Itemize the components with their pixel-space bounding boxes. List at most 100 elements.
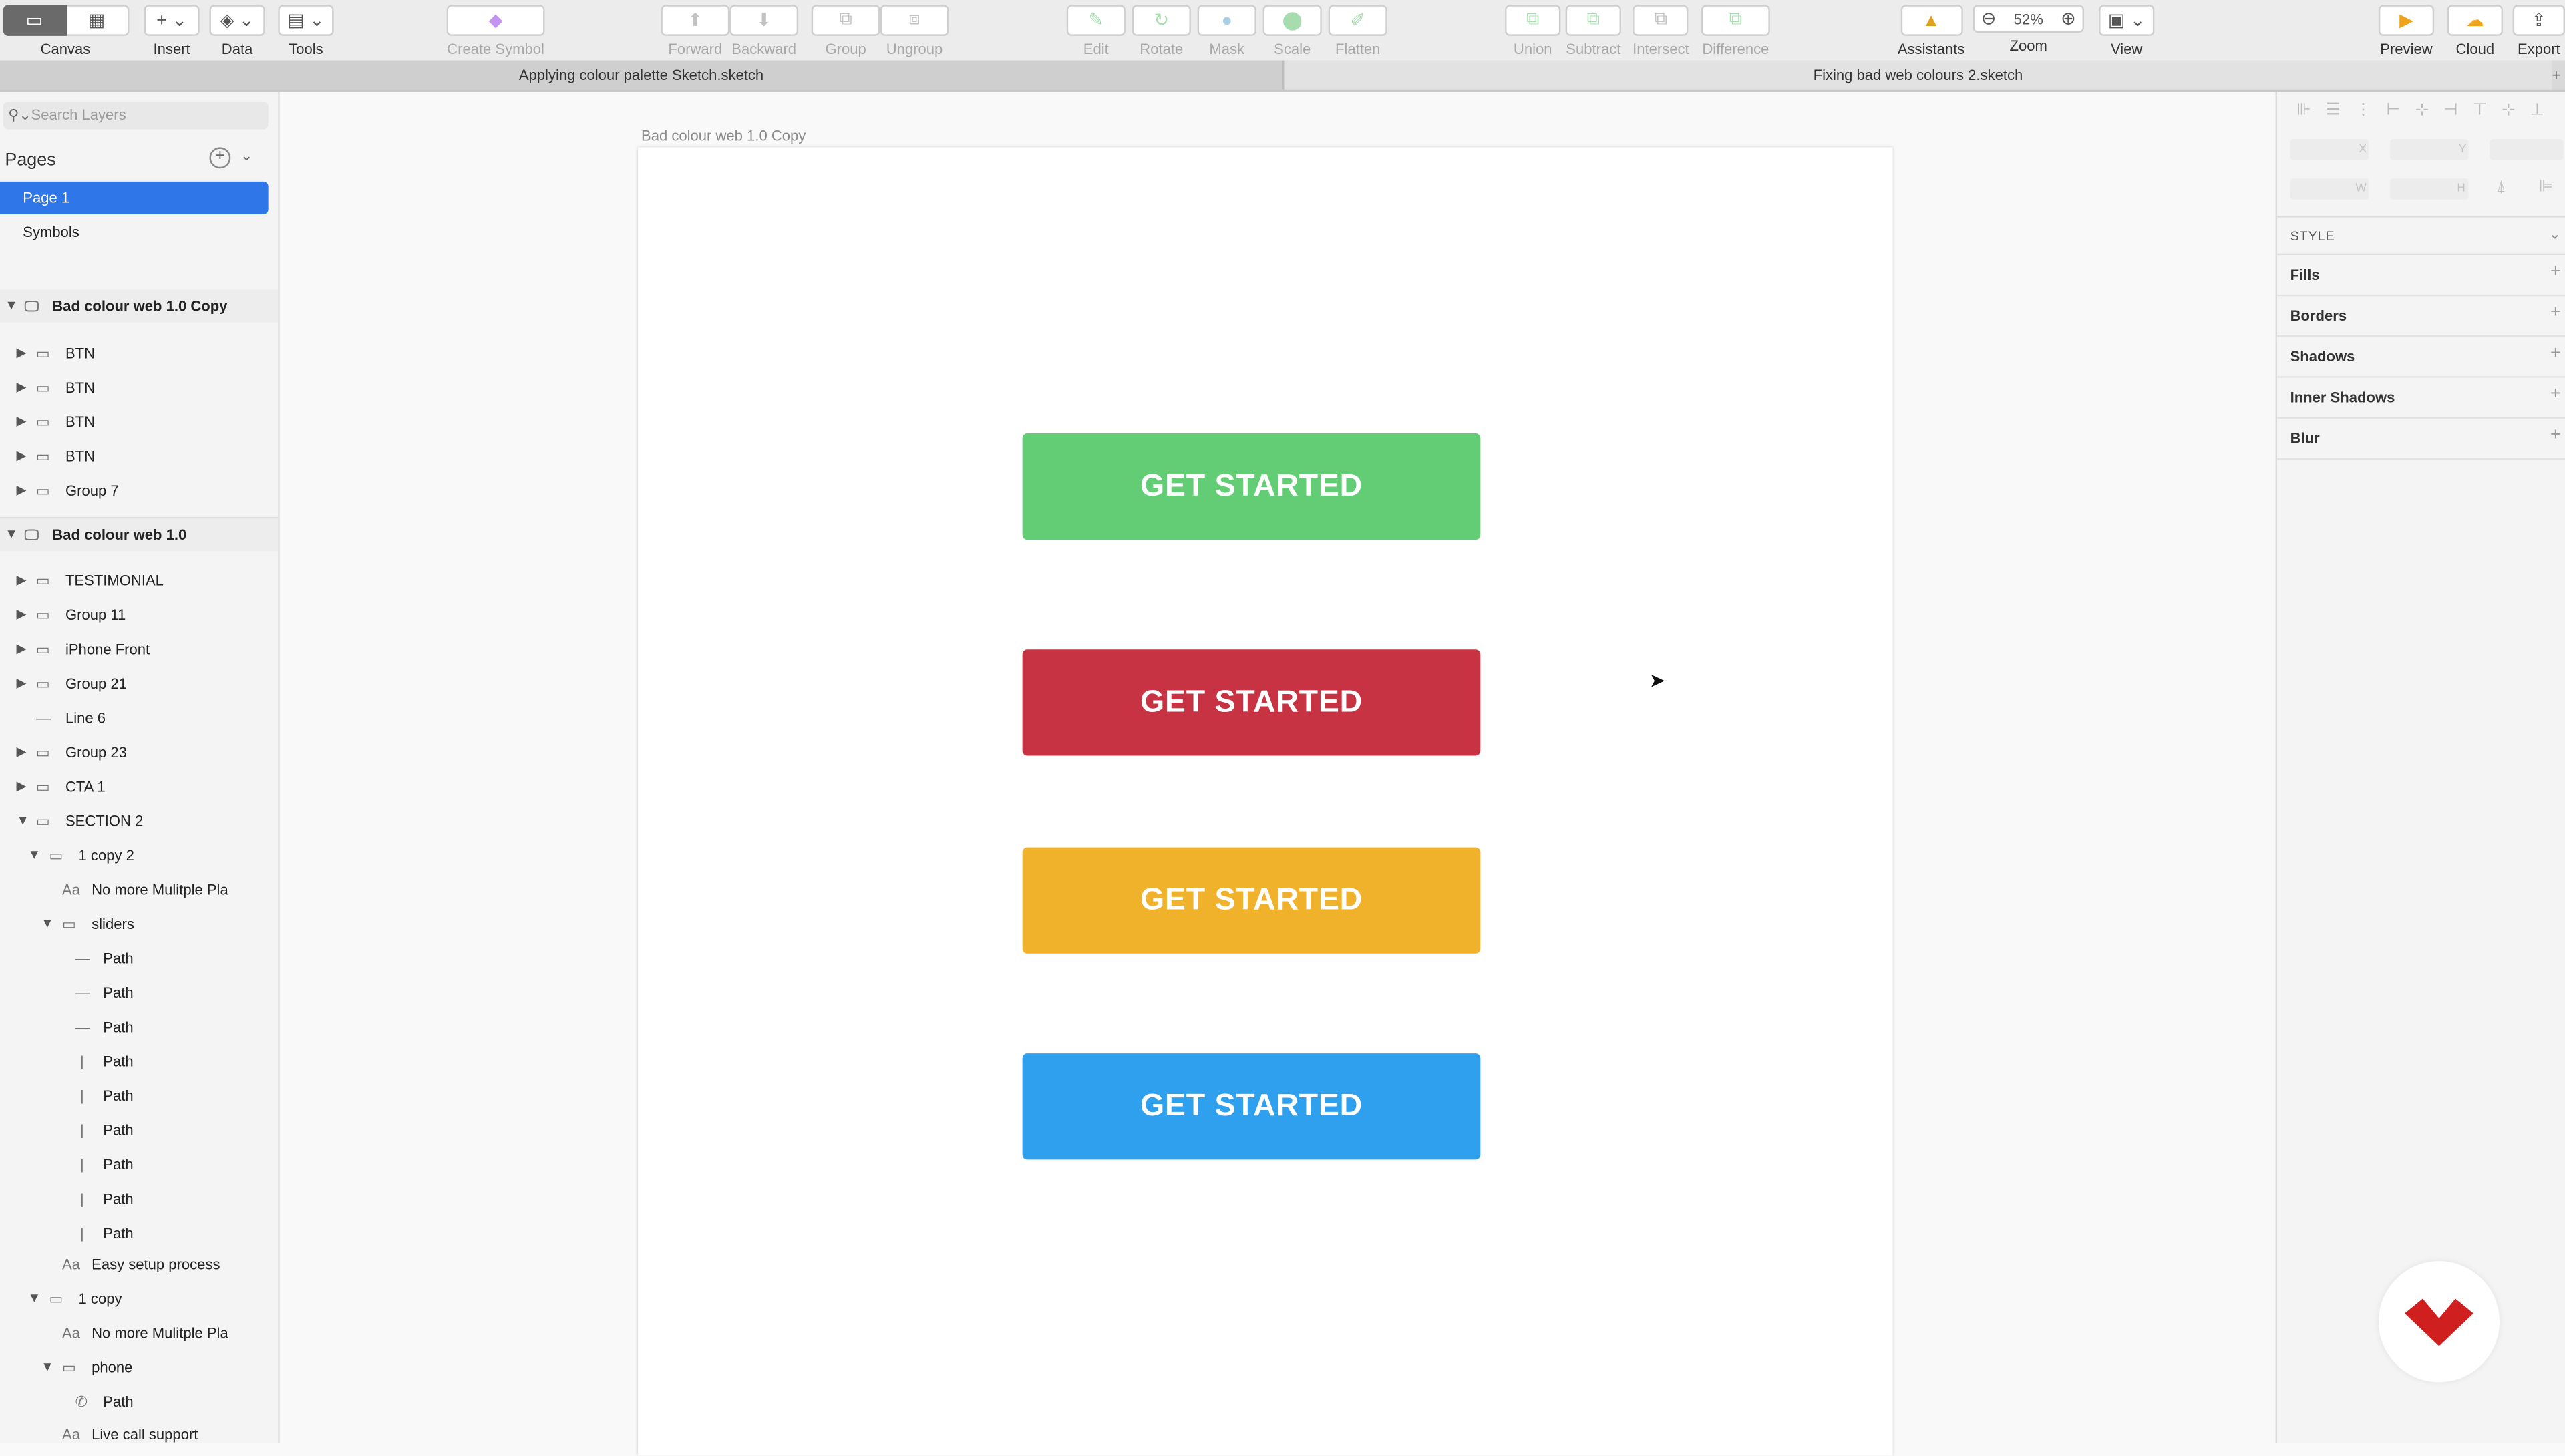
flatten-button[interactable]: ✐ Flatten — [1328, 5, 1387, 57]
tab-applying-colour-palette[interactable]: Applying colour palette Sketch.sketch — [0, 60, 1285, 90]
disclosure-closed-icon[interactable]: ▶ — [16, 633, 26, 666]
mask-button[interactable]: ● Mask — [1197, 5, 1256, 57]
add-inner-shadow-plus-icon[interactable]: + — [2550, 385, 2561, 404]
chevron-down-icon[interactable]: ⌄ — [240, 147, 252, 165]
more-icon[interactable]: ⋮ — [2355, 102, 2387, 120]
assistants-button[interactable]: ▲ Assistants — [1898, 5, 1964, 57]
tools-button[interactable]: ▤ ⌄ Tools — [278, 5, 334, 57]
add-blur-plus-icon[interactable]: + — [2550, 425, 2561, 445]
layer-label: Path — [103, 1087, 134, 1105]
layer-artboard[interactable]: ▼ 🖵 Bad colour web 1.0 — [0, 518, 279, 552]
disclosure-closed-icon[interactable]: ▶ — [16, 770, 26, 803]
disclosure-open-icon[interactable]: ▼ — [28, 1282, 41, 1315]
add-border-plus-icon[interactable]: + — [2550, 303, 2561, 322]
zoom-in-icon[interactable]: ⊕ — [2061, 8, 2076, 29]
add-shadow-plus-icon[interactable]: + — [2550, 343, 2561, 363]
align-middle-icon[interactable]: ⊹ — [2502, 102, 2530, 120]
layer-label: Group 7 — [65, 482, 119, 499]
distribute-vertical-icon[interactable]: ☰ — [2326, 102, 2355, 120]
y-field[interactable] — [2389, 139, 2469, 161]
add-fill-plus-icon[interactable]: + — [2550, 262, 2561, 281]
fills-label: Fills — [2290, 266, 2320, 283]
get-started-button-green[interactable]: GET STARTED — [1022, 433, 1481, 540]
blur-section[interactable]: Blur + — [2277, 419, 2565, 460]
artboard-title[interactable]: Bad colour web 1.0 Copy — [641, 128, 806, 144]
layer-artboard-copy[interactable]: ▼ 🖵 Bad colour web 1.0 Copy — [0, 289, 279, 323]
create-symbol-button[interactable]: ◆ Create Symbol — [446, 5, 545, 57]
group-button[interactable]: ⧉ Group — [811, 5, 880, 57]
export-button[interactable]: ⇪ Export — [2512, 5, 2565, 57]
new-tab-plus-icon[interactable]: + — [2552, 61, 2565, 90]
union-button[interactable]: ⧉ Union — [1505, 5, 1561, 57]
difference-button[interactable]: ⧉ Difference — [1701, 5, 1770, 57]
inner-shadows-section[interactable]: Inner Shadows + — [2277, 378, 2565, 419]
canvas-view-icon[interactable]: ▭ — [2, 5, 67, 36]
get-started-button-red[interactable]: GET STARTED — [1022, 649, 1481, 756]
components-view-icon[interactable]: ▦ — [66, 5, 129, 36]
flip-icon[interactable]: ⊫ — [2539, 178, 2553, 196]
disclosure-open-icon[interactable]: ▼ — [5, 289, 17, 322]
preview-button[interactable]: ▶ Preview — [2378, 5, 2435, 57]
borders-section[interactable]: Borders + — [2277, 296, 2565, 337]
disclosure-closed-icon[interactable]: ▶ — [16, 474, 26, 507]
disclosure-open-icon[interactable]: ▼ — [5, 518, 17, 551]
align-top-icon[interactable]: ⊤ — [2473, 102, 2502, 120]
data-button[interactable]: ◈ ⌄ Data — [209, 5, 265, 57]
disclosure-closed-icon[interactable]: ▶ — [16, 440, 26, 473]
page-item-page-1[interactable]: Page 1 — [0, 181, 269, 214]
ungroup-button[interactable]: ⧈ Ungroup — [880, 5, 949, 57]
chevron-down-icon[interactable]: ⌄ — [2549, 226, 2561, 244]
disclosure-closed-icon[interactable]: ▶ — [16, 598, 26, 631]
rotation-field[interactable] — [2490, 139, 2564, 161]
disclosure-closed-icon[interactable]: ▶ — [16, 736, 26, 769]
inspector-panel: ⊪☰⋮⊢⊹⊣⊤⊹⊥ X Y W H ⍋ ⊫ STYLE ⌄ Fills + Bor… — [2275, 92, 2565, 1443]
view-button[interactable]: ▣ ⌄ View — [2099, 5, 2155, 57]
disclosure-open-icon[interactable]: ▼ — [16, 805, 29, 838]
align-left-icon[interactable]: ⊢ — [2386, 102, 2415, 120]
x-field[interactable] — [2290, 139, 2369, 161]
forward-button[interactable]: ⬆ Forward — [661, 5, 730, 57]
cloud-button[interactable]: ☁ Cloud — [2447, 5, 2503, 57]
disclosure-closed-icon[interactable]: ▶ — [16, 337, 26, 369]
get-started-button-blue[interactable]: GET STARTED — [1022, 1053, 1481, 1160]
disclosure-closed-icon[interactable]: ▶ — [16, 405, 26, 438]
vertical-line-icon: | — [80, 1225, 84, 1242]
layer-label: iPhone Front — [65, 641, 150, 658]
subtract-button[interactable]: ⧉ Subtract — [1565, 5, 1621, 57]
align-center-icon[interactable]: ⊹ — [2415, 102, 2444, 120]
disclosure-closed-icon[interactable]: ▶ — [16, 564, 26, 597]
zoom-out-icon[interactable]: ⊖ — [1981, 8, 1997, 29]
disclosure-open-icon[interactable]: ▼ — [41, 908, 53, 940]
align-bottom-icon[interactable]: ⊥ — [2530, 102, 2559, 120]
align-right-icon[interactable]: ⊣ — [2443, 102, 2472, 120]
alignment-toolbar[interactable]: ⊪☰⋮⊢⊹⊣⊤⊹⊥ — [2296, 102, 2559, 120]
page-item-symbols[interactable]: Symbols — [0, 216, 269, 248]
layer-label: No more Mulitple Pla — [92, 1324, 228, 1342]
canvas[interactable]: Bad colour web 1.0 Copy GET STARTED GET … — [279, 92, 2274, 1456]
artboard[interactable]: GET STARTED GET STARTED GET STARTED GET … — [638, 147, 1893, 1456]
canvas-toggle[interactable]: ▭ ▦ Canvas — [0, 5, 131, 57]
zoom-control[interactable]: ⊖ 52% ⊕ Zoom — [1973, 5, 2085, 54]
mask-label: Mask — [1209, 41, 1245, 57]
backward-button[interactable]: ⬇ Backward — [729, 5, 799, 57]
disclosure-closed-icon[interactable]: ▶ — [16, 667, 26, 700]
fills-section[interactable]: Fills + — [2277, 255, 2565, 297]
insert-label: Insert — [153, 41, 190, 57]
edit-button[interactable]: ✎ Edit — [1066, 5, 1126, 57]
lock-ratio-icon[interactable]: ⍋ — [2496, 178, 2506, 196]
view-label: View — [2110, 41, 2143, 57]
rotate-button[interactable]: ↻ Rotate — [1132, 5, 1191, 57]
layer-label: Path — [103, 1019, 134, 1036]
disclosure-closed-icon[interactable]: ▶ — [16, 371, 26, 404]
intersect-button[interactable]: ⧉ Intersect — [1633, 5, 1689, 57]
tab-fixing-bad-web-colours[interactable]: Fixing bad web colours 2.sketch — [1284, 60, 2552, 90]
get-started-button-yellow[interactable]: GET STARTED — [1022, 847, 1481, 954]
scale-button[interactable]: ⬤ Scale — [1262, 5, 1322, 57]
shadows-section[interactable]: Shadows + — [2277, 337, 2565, 378]
disclosure-open-icon[interactable]: ▼ — [41, 1351, 53, 1384]
disclosure-open-icon[interactable]: ▼ — [28, 839, 41, 872]
insert-button[interactable]: + ⌄ Insert — [144, 5, 200, 57]
search-layers-input[interactable]: ⚲⌄ Search Layers — [3, 101, 269, 130]
add-page-icon[interactable]: + — [209, 147, 231, 169]
distribute-horizontal-icon[interactable]: ⊪ — [2296, 102, 2325, 120]
